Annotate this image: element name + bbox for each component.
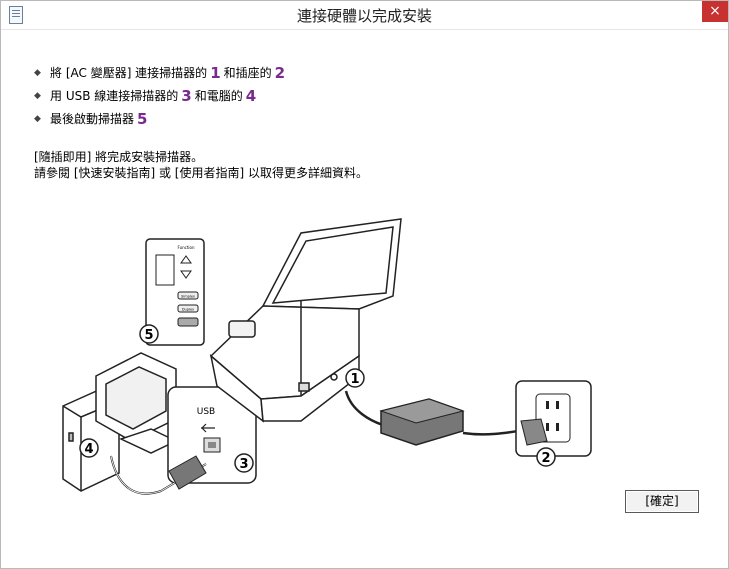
- usb-label: USB: [197, 407, 215, 417]
- svg-text:5: 5: [144, 328, 153, 343]
- wall-outlet-illustration: [515, 380, 592, 457]
- callout-5: 5: [139, 324, 159, 344]
- callout-2: 2: [536, 447, 556, 467]
- ok-button[interactable]: [確定]: [625, 490, 699, 513]
- svg-text:2: 2: [541, 451, 550, 466]
- callout-3: 3: [234, 453, 254, 473]
- svg-text:4: 4: [84, 442, 93, 457]
- panel-label: Duplex: [182, 308, 194, 312]
- callout-1: 1: [345, 368, 365, 388]
- callout-4: 4: [79, 438, 99, 458]
- connection-illustration: USB Function Simplex Duplex 5 1 4 3 2: [62, 218, 592, 495]
- setup-dialog: 連接硬體以完成安裝 × ◆ 將 [AC 變壓器] 連接掃描器的 1 和插座的 2…: [0, 0, 729, 569]
- ac-adapter-illustration: [379, 398, 465, 446]
- panel-label: Simplex: [181, 295, 195, 299]
- svg-text:1: 1: [350, 372, 359, 387]
- panel-label: Function: [177, 245, 194, 250]
- svg-text:3: 3: [239, 457, 248, 472]
- scanner-illustration: [209, 218, 402, 423]
